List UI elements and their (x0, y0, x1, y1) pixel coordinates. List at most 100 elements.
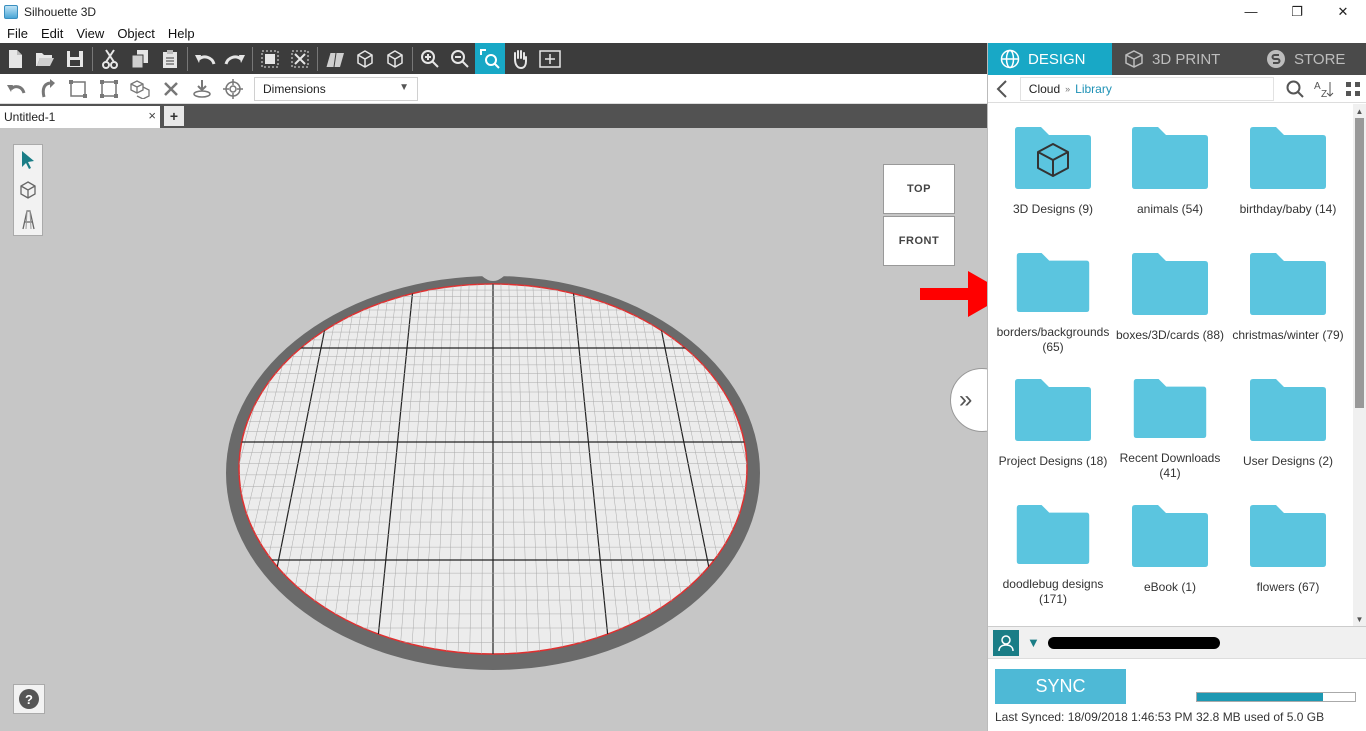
view-cube-front[interactable]: FRONT (883, 216, 955, 266)
menu-object[interactable]: Object (110, 26, 161, 41)
folder-item[interactable]: animals (54) (1111, 104, 1229, 229)
dimensions-select[interactable]: Dimensions ▼ (254, 76, 418, 101)
group-button[interactable] (255, 43, 285, 74)
center-button[interactable] (217, 74, 248, 104)
rotate-right-icon (41, 78, 55, 97)
select-tool-button[interactable] (14, 145, 42, 175)
breadcrumb-cloud[interactable]: Cloud (1029, 82, 1060, 96)
menu-view[interactable]: View (69, 26, 110, 41)
perspective-button[interactable] (320, 43, 350, 74)
folder-item[interactable]: boxes/3D/cards (88) (1111, 230, 1229, 355)
folder-item[interactable]: User Designs (2) (1229, 356, 1347, 481)
user-avatar-icon[interactable] (993, 629, 1019, 656)
add-tab-button[interactable]: + (164, 106, 184, 126)
3d-viewport[interactable]: TOP FRONT » ? (0, 128, 987, 731)
view-cube-top[interactable]: TOP (883, 164, 955, 214)
view-solid-button[interactable] (380, 43, 410, 74)
folder-item[interactable]: borders/backgrounds (65) (994, 230, 1112, 355)
close-button[interactable]: ✕ (1320, 0, 1366, 23)
document-tab[interactable]: Untitled-1 × (0, 106, 160, 128)
shape-tool-button[interactable] (14, 175, 42, 205)
view-cube[interactable]: TOP FRONT (883, 164, 955, 266)
search-button[interactable] (1280, 75, 1309, 103)
print-bed (226, 276, 760, 670)
library-tools: AZ (1280, 75, 1366, 103)
view-iso-button[interactable] (350, 43, 380, 74)
toolbar-separator (187, 46, 188, 71)
breadcrumb-library[interactable]: Library (1075, 82, 1112, 96)
undo-button[interactable] (190, 43, 220, 74)
folder-item[interactable]: eBook (1) (1111, 482, 1229, 607)
sync-button[interactable]: SYNC (995, 669, 1126, 704)
scale-icon (68, 79, 87, 98)
folder-label: borders/backgrounds (65) (996, 325, 1110, 354)
tab-design[interactable]: DESIGN (988, 43, 1112, 75)
resize-button[interactable] (93, 74, 124, 104)
folder-item[interactable]: Project Designs (18) (994, 356, 1112, 481)
folder-item[interactable]: christmas/winter (79) (1229, 230, 1347, 355)
cube-outline-icon (20, 181, 36, 199)
zoom-in-button[interactable] (415, 43, 445, 74)
new-file-button[interactable] (0, 43, 30, 74)
tab-store[interactable]: STORE (1254, 43, 1366, 75)
folder-item[interactable]: birthday/baby (14) (1229, 104, 1347, 229)
folder-icon (1250, 505, 1326, 567)
drop-to-bed-button[interactable] (186, 74, 217, 104)
app-logo-icon (4, 4, 18, 19)
redo-button[interactable] (220, 43, 250, 74)
scroll-up-icon[interactable]: ▲ (1353, 104, 1366, 118)
save-button[interactable] (60, 43, 90, 74)
folder-scrollbar[interactable]: ▲ ▼ (1353, 104, 1366, 626)
restore-button[interactable]: ❐ (1274, 0, 1320, 23)
sort-button[interactable]: AZ (1309, 75, 1338, 103)
delete-button[interactable] (155, 74, 186, 104)
back-button[interactable] (988, 75, 1016, 103)
folder-item[interactable]: doodlebug designs (171) (994, 482, 1112, 607)
menu-edit[interactable]: Edit (34, 26, 69, 41)
folder-icon (1133, 378, 1207, 439)
rotate-left-button[interactable] (0, 74, 31, 104)
main-toolbar (0, 43, 987, 74)
folder-icon (1250, 253, 1326, 315)
menu-bar: File Edit View Object Help (0, 23, 1366, 43)
window-controls: — ❐ ✕ (1228, 0, 1366, 23)
menu-help[interactable]: Help (161, 26, 201, 41)
folder-item[interactable]: flowers (67) (1229, 482, 1347, 607)
pan-button[interactable] (505, 43, 535, 74)
zoom-out-button[interactable] (445, 43, 475, 74)
menu-file[interactable]: File (0, 26, 34, 41)
rotate-right-button[interactable] (31, 74, 62, 104)
duplicate-3d-button[interactable] (124, 74, 155, 104)
folder-label: doodlebug designs (171) (1002, 577, 1104, 606)
user-menu-caret-icon[interactable]: ▼ (1027, 635, 1040, 650)
storage-progress-fill (1197, 693, 1324, 701)
tab-3d-print[interactable]: 3D PRINT (1112, 43, 1254, 75)
last-synced-text: Last Synced: 18/09/2018 1:46:53 PM (995, 710, 1193, 724)
minimize-button[interactable]: — (1228, 0, 1274, 23)
scale-button[interactable] (62, 74, 93, 104)
ungroup-button[interactable] (285, 43, 315, 74)
folder-label: eBook (1) (1143, 580, 1197, 594)
cube-outline-icon (357, 49, 373, 68)
close-tab-icon[interactable]: × (148, 108, 156, 123)
search-icon (1286, 80, 1304, 98)
cut-button[interactable] (95, 43, 125, 74)
zoom-fit-button[interactable] (475, 43, 505, 74)
folder-item[interactable]: Recent Downloads (41) (1111, 356, 1229, 481)
breadcrumb: Cloud » Library (1019, 76, 1274, 101)
folder-icon (1015, 379, 1091, 441)
text-tool-button[interactable] (14, 205, 42, 235)
ungroup-icon (291, 50, 309, 67)
grid-view-button[interactable] (1338, 75, 1366, 103)
folder-label: Recent Downloads (41) (1119, 451, 1221, 480)
open-file-button[interactable] (30, 43, 60, 74)
scrollbar-thumb[interactable] (1355, 118, 1364, 408)
storage-used-text: 32.8 MB used of 5.0 GB (1196, 710, 1325, 724)
copy-button[interactable] (125, 43, 155, 74)
fit-to-page-button[interactable] (535, 43, 565, 74)
paste-button[interactable] (155, 43, 185, 74)
folder-item[interactable]: 3D Designs (9) (994, 104, 1112, 229)
scroll-down-icon[interactable]: ▼ (1353, 612, 1366, 626)
tab-design-label: DESIGN (1028, 50, 1086, 68)
help-button[interactable]: ? (13, 684, 45, 714)
